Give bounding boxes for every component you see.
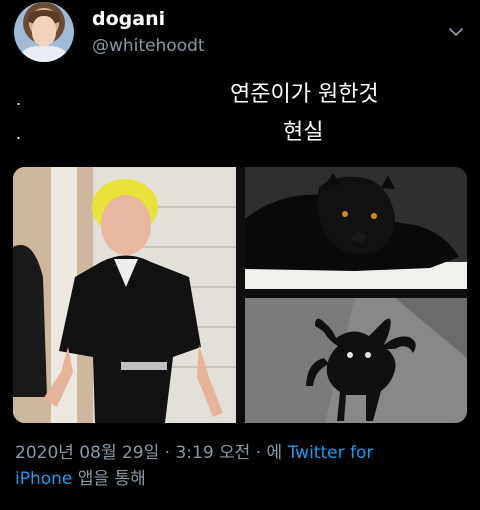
source-suffix: 앱을 통해 [72,469,146,489]
tweet-text-line-1: 연준이가 원한것 [230,82,379,107]
display-name[interactable]: dogani [92,8,165,30]
jaguar-illustration [245,167,467,289]
photo-jaguar[interactable] [245,167,467,289]
tweet-footer: 2020년 08월 29일 · 3:19 오전 · 에 Twitter for … [15,440,465,492]
timestamp[interactable]: 2020년 08월 29일 · 3:19 오전 · 에 [15,443,288,463]
avatar-face [32,16,56,46]
user-handle[interactable]: @whitehoodt [92,36,205,56]
bullet-1: . [16,90,22,109]
chevron-down-icon[interactable] [448,24,464,40]
tweet-text-line-2: 현실 [283,120,324,145]
source-link-part-1[interactable]: Twitter for [288,443,374,463]
photo-person[interactable] [13,167,236,423]
cat-illustration [245,298,467,423]
media-grid [13,167,467,423]
photo-cat[interactable] [245,298,467,423]
avatar-shirt [22,46,66,62]
bullet-2: . [16,124,22,143]
source-link-part-2[interactable]: iPhone [15,469,72,489]
person-illustration [13,167,236,423]
avatar[interactable] [14,2,74,62]
